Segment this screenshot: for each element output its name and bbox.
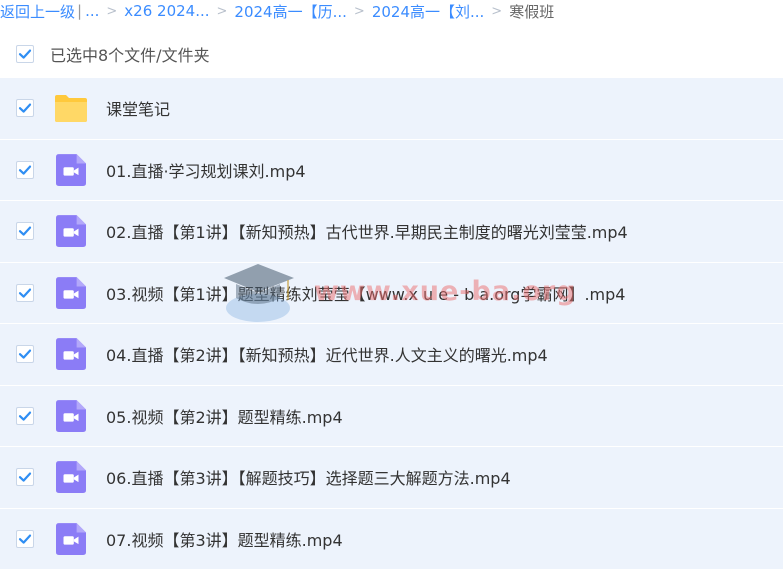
item-checkbox[interactable]	[16, 283, 34, 302]
video-file-icon	[54, 399, 88, 433]
video-file-icon	[54, 276, 88, 310]
chevron-right-icon: >	[216, 3, 228, 19]
list-item-file[interactable]: 06.直播【第3讲】【解题技巧】选择题三大解题方法.mp4	[0, 447, 783, 509]
list-item-file[interactable]: 01.直播·学习规划课刘.mp4	[0, 139, 783, 201]
breadcrumb-divider: |	[77, 2, 83, 20]
back-link[interactable]: 返回上一级	[0, 1, 75, 22]
list-item-file[interactable]: 05.视频【第2讲】题型精练.mp4	[0, 385, 783, 447]
file-name[interactable]: 02.直播【第1讲】【新知预热】古代世界.早期民主制度的曙光刘莹莹.mp4	[106, 219, 628, 243]
folder-icon	[54, 91, 88, 125]
selection-count-text: 已选中8个文件/文件夹	[50, 46, 210, 65]
list-item-file[interactable]: 04.直播【第2讲】【新知预热】近代世界.人文主义的曙光.mp4	[0, 324, 783, 386]
checkmark-icon	[18, 165, 32, 175]
chevron-right-icon: >	[106, 3, 118, 19]
video-file-icon	[54, 153, 88, 187]
video-file-icon	[54, 460, 88, 494]
breadcrumb: 返回上一级 | ... > x26 2024... > 2024高一【历... …	[0, 0, 783, 22]
item-checkbox[interactable]	[16, 345, 34, 364]
item-checkbox[interactable]	[16, 160, 34, 179]
checkmark-icon	[18, 226, 32, 236]
checkmark-icon	[18, 288, 32, 298]
list-item-file[interactable]: 03.视频【第1讲】题型精练刘莹莹【www.x u e - b a.org学霸网…	[0, 262, 783, 324]
file-name[interactable]: 05.视频【第2讲】题型精练.mp4	[106, 404, 343, 428]
item-checkbox[interactable]	[16, 529, 34, 548]
file-name[interactable]: 01.直播·学习规划课刘.mp4	[106, 158, 306, 182]
select-all-checkbox[interactable]	[16, 45, 34, 63]
list-item-file[interactable]: 07.视频【第3讲】题型精练.mp4	[0, 508, 783, 570]
list-item-file[interactable]: 02.直播【第1讲】【新知预热】古代世界.早期民主制度的曙光刘莹莹.mp4	[0, 201, 783, 263]
list-item-folder[interactable]: 课堂笔记	[0, 78, 783, 140]
breadcrumb-ellipsis[interactable]: ...	[85, 2, 99, 20]
video-file-icon	[54, 214, 88, 248]
checkmark-icon	[18, 472, 32, 482]
checkmark-icon	[18, 103, 32, 113]
breadcrumb-item[interactable]: 2024高一【刘...	[372, 1, 484, 22]
checkmark-icon	[18, 349, 32, 359]
item-checkbox[interactable]	[16, 468, 34, 487]
checkmark-icon	[18, 49, 32, 59]
item-checkbox[interactable]	[16, 406, 34, 425]
breadcrumb-item[interactable]: x26 2024...	[124, 2, 209, 20]
checkmark-icon	[18, 534, 32, 544]
selection-bar: 已选中8个文件/文件夹	[0, 38, 783, 70]
item-checkbox[interactable]	[16, 222, 34, 241]
chevron-right-icon: >	[353, 3, 365, 19]
breadcrumb-item[interactable]: 2024高一【历...	[234, 1, 346, 22]
video-file-icon	[54, 337, 88, 371]
file-name[interactable]: 课堂笔记	[106, 96, 170, 120]
checkmark-icon	[18, 411, 32, 421]
video-file-icon	[54, 522, 88, 556]
item-checkbox[interactable]	[16, 99, 34, 118]
file-name[interactable]: 07.视频【第3讲】题型精练.mp4	[106, 527, 343, 551]
chevron-right-icon: >	[491, 3, 503, 19]
breadcrumb-current: 寒假班	[509, 2, 555, 21]
file-name[interactable]: 04.直播【第2讲】【新知预热】近代世界.人文主义的曙光.mp4	[106, 342, 548, 366]
file-list: 课堂笔记 01.直播·学习规划课刘.mp4 02.直播【第1讲】【新知预热】古代…	[0, 78, 783, 570]
file-name[interactable]: 03.视频【第1讲】题型精练刘莹莹【www.x u e - b a.org学霸网…	[106, 281, 625, 305]
file-name[interactable]: 06.直播【第3讲】【解题技巧】选择题三大解题方法.mp4	[106, 465, 511, 489]
